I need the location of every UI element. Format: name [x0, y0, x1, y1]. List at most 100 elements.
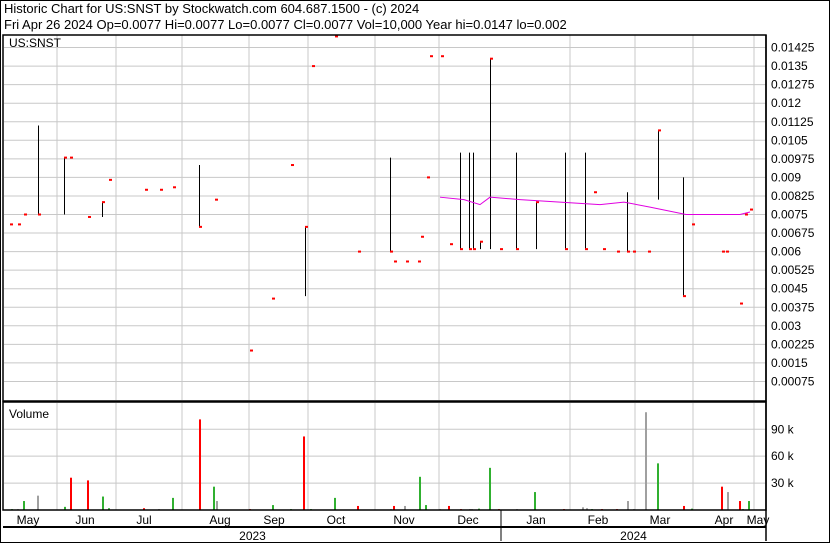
close-tick — [516, 248, 519, 251]
volume-bar — [303, 436, 305, 510]
month-label: Apr — [715, 513, 734, 527]
close-tick — [536, 201, 539, 204]
price-tick-label: 0.009 — [771, 170, 801, 184]
price-tick-label: 0.00375 — [771, 300, 815, 314]
volume-bar — [102, 496, 104, 510]
close-tick — [480, 240, 483, 243]
close-tick — [394, 260, 397, 263]
close-tick — [617, 250, 620, 253]
close-tick — [102, 201, 105, 204]
close-tick — [450, 243, 453, 246]
close-tick — [18, 223, 21, 226]
volume-bar — [87, 480, 89, 510]
volume-bar — [748, 501, 750, 510]
month-label: Jul — [136, 513, 151, 527]
close-tick — [24, 213, 27, 216]
price-tick-label: 0.003 — [771, 319, 801, 333]
chart-svg: Historic Chart for US:SNST by Stockwatch… — [0, 0, 830, 543]
price-tick-label: 0.012 — [771, 96, 801, 110]
close-tick — [750, 208, 753, 211]
close-tick — [160, 188, 163, 191]
symbol-label: US:SNST — [9, 36, 62, 50]
month-label: Oct — [327, 513, 346, 527]
close-tick — [250, 349, 253, 352]
close-tick — [173, 186, 176, 189]
volume-bar — [645, 412, 647, 510]
price-tick-label: 0.0075 — [771, 208, 808, 222]
close-tick — [726, 250, 729, 253]
volume-bar — [657, 463, 659, 510]
volume-bar — [216, 501, 218, 510]
close-tick — [692, 223, 695, 226]
price-tick-label: 0.0105 — [771, 133, 808, 147]
volume-bar — [70, 477, 72, 510]
price-tick-label: 0.01425 — [771, 41, 815, 55]
volume-bar — [727, 492, 729, 510]
close-tick — [594, 191, 597, 194]
close-tick — [10, 223, 13, 226]
price-tick-label: 0.01275 — [771, 78, 815, 92]
price-tick-label: 0.00075 — [771, 374, 815, 388]
close-tick — [427, 176, 430, 179]
volume-bar — [721, 486, 723, 510]
volume-label: Volume — [9, 407, 49, 421]
close-tick — [109, 178, 112, 181]
close-tick — [312, 65, 315, 68]
outer-frame — [0, 0, 830, 543]
volume-bar — [739, 501, 741, 510]
close-tick — [145, 188, 148, 191]
close-tick — [460, 248, 463, 251]
price-tick-label: 0.00825 — [771, 189, 815, 203]
close-tick — [64, 156, 67, 159]
month-label: Mar — [650, 513, 671, 527]
close-tick — [305, 225, 308, 228]
year-label: 2024 — [620, 529, 647, 543]
volume-bar — [627, 501, 629, 510]
close-tick — [633, 250, 636, 253]
price-tick-label: 0.0135 — [771, 59, 808, 73]
close-tick — [585, 248, 588, 251]
volume-bar — [534, 492, 536, 510]
price-tick-label: 0.00675 — [771, 226, 815, 240]
month-label: Sep — [263, 513, 285, 527]
year-label: 2023 — [239, 529, 266, 543]
close-tick — [565, 248, 568, 251]
close-tick — [418, 260, 421, 263]
close-tick — [745, 213, 748, 216]
close-tick — [722, 250, 725, 253]
close-tick — [469, 248, 472, 251]
close-tick — [683, 295, 686, 298]
close-tick — [473, 248, 476, 251]
close-tick — [658, 129, 661, 132]
close-tick — [500, 248, 503, 251]
month-label: Aug — [209, 513, 230, 527]
close-tick — [70, 156, 73, 159]
close-tick — [490, 57, 493, 60]
volume-bar — [213, 486, 215, 510]
volume-bar — [199, 419, 201, 510]
price-tick-label: 0.006 — [771, 245, 801, 259]
close-tick — [421, 235, 424, 238]
month-label: Jun — [75, 513, 94, 527]
close-tick — [648, 250, 651, 253]
volume-tick-label: 30 k — [771, 476, 795, 490]
volume-bar — [419, 476, 421, 510]
volume-tick-label: 60 k — [771, 449, 795, 463]
close-tick — [38, 213, 41, 216]
close-tick — [406, 260, 409, 263]
price-tick-label: 0.0015 — [771, 356, 808, 370]
close-tick — [215, 198, 218, 201]
month-label: May — [17, 513, 40, 527]
close-tick — [199, 225, 202, 228]
close-tick — [627, 250, 630, 253]
volume-tick-label: 90 k — [771, 422, 795, 436]
chart-title: Historic Chart for US:SNST by Stockwatch… — [4, 1, 419, 16]
close-tick — [603, 248, 606, 251]
price-tick-label: 0.00975 — [771, 152, 815, 166]
month-label: Dec — [457, 513, 478, 527]
volume-bar — [37, 495, 39, 510]
month-label: Nov — [393, 513, 414, 527]
volume-bar — [23, 501, 25, 510]
close-tick — [358, 250, 361, 253]
price-tick-label: 0.0045 — [771, 282, 808, 296]
